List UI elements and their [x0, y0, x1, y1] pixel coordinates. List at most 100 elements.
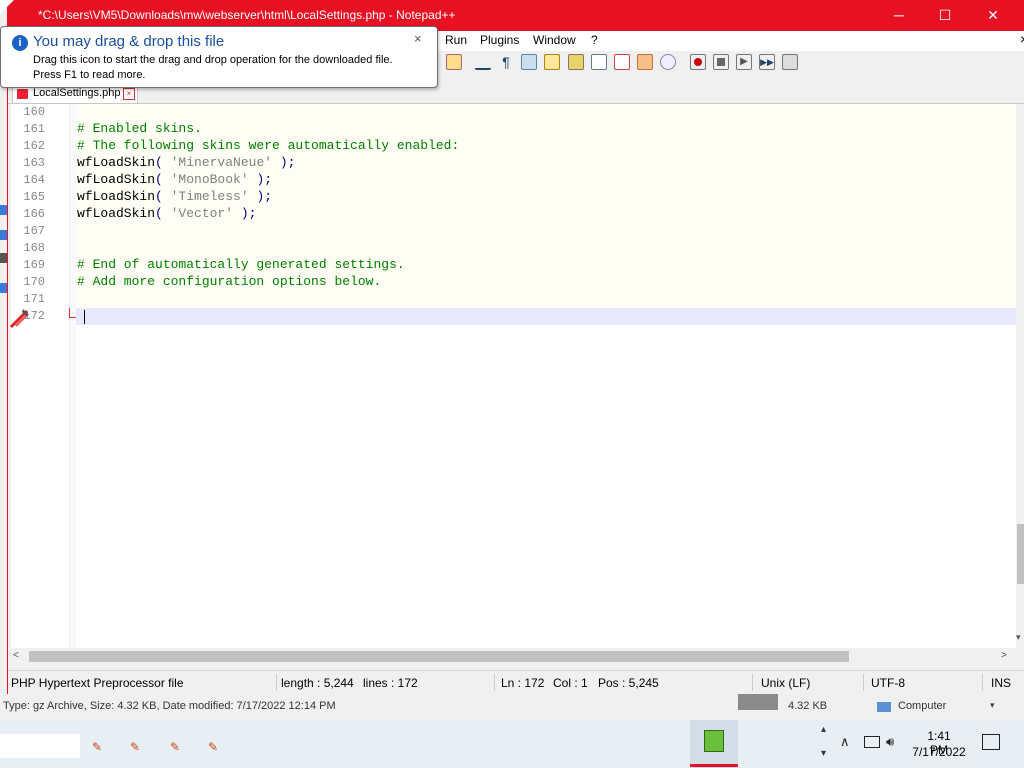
status-bar: PHP Hypertext Preprocessor file length :… [8, 670, 1024, 694]
explorer-location: Computer [898, 700, 947, 712]
desktop-icon-fragment [0, 230, 7, 240]
maximize-button[interactable]: ☐ [922, 0, 968, 31]
taskbar-pin-icon[interactable]: ✎ [208, 740, 222, 754]
lock-file-icon[interactable] [446, 54, 462, 70]
vertical-scroll-thumb[interactable] [1017, 524, 1024, 584]
status-eol[interactable]: Unix (LF) [761, 676, 810, 690]
code-token: ( [155, 189, 171, 204]
status-separator [982, 674, 983, 691]
line-number: 167 [23, 224, 45, 238]
menu-run[interactable]: Run [445, 33, 467, 47]
scroll-left-icon[interactable]: < [13, 650, 25, 661]
line-number: 161 [23, 122, 45, 136]
close-button[interactable]: ✕ [970, 0, 1016, 31]
tray-overflow-icon[interactable]: ∧ [840, 734, 850, 750]
code-line: wfLoadSkin( 'Timeless' ); [77, 189, 272, 204]
code-token: ( [155, 206, 171, 221]
fold-marker[interactable] [69, 308, 76, 318]
code-token: ( [155, 172, 171, 187]
taskbar-scroll-up-icon[interactable]: ▴ [821, 724, 826, 735]
background-fragment [738, 694, 778, 710]
save-macro-icon[interactable] [782, 54, 798, 70]
drag-drop-tooltip[interactable]: i You may drag & drop this file Drag thi… [0, 26, 438, 88]
chevron-down-icon[interactable]: ▾ [990, 700, 1004, 714]
status-column: Col : 1 [553, 676, 588, 690]
show-all-characters-icon[interactable]: ¶ [498, 54, 514, 70]
function-list-icon[interactable] [614, 54, 630, 70]
status-separator [752, 674, 753, 691]
tooltip-body-line: Drag this icon to start the drag and dro… [33, 54, 393, 66]
word-wrap-icon[interactable] [475, 54, 491, 70]
tooltip-body: Drag this icon to start the drag and dro… [33, 53, 433, 83]
horizontal-scrollbar[interactable]: < > [11, 648, 1016, 665]
folder-workspace-icon[interactable] [637, 54, 653, 70]
vertical-scrollbar[interactable]: ▾ [1016, 104, 1024, 648]
code-token: # Enabled skins. [77, 121, 202, 136]
menu-plugins[interactable]: Plugins [480, 33, 519, 47]
window-title: *C:\Users\VM5\Downloads\mw\webserver\htm… [38, 8, 456, 22]
line-number: 169 [23, 258, 45, 272]
taskbar-thumbnail[interactable] [0, 734, 80, 758]
line-number: 166 [23, 207, 45, 221]
indent-guide-icon[interactable] [521, 54, 537, 70]
status-lines: lines : 172 [363, 676, 418, 690]
code-editor[interactable]: 160 161 # Enabled skins. 162 # The following… [11, 104, 1016, 648]
doc-map-icon[interactable] [568, 54, 584, 70]
current-line-highlight [76, 308, 1016, 325]
notepadpp-icon [704, 730, 724, 752]
code-token: # Add more configuration options below. [77, 274, 382, 289]
taskbar-pin-icon[interactable]: ✎ [170, 740, 184, 754]
language-icon[interactable] [544, 54, 560, 70]
status-encoding[interactable]: UTF-8 [871, 676, 905, 690]
line-number: 160 [23, 105, 45, 119]
doc-list-icon[interactable] [591, 54, 607, 70]
close-document-icon[interactable]: × [1020, 31, 1024, 47]
volume-icon[interactable]: 🔊︎ [886, 734, 894, 750]
taskbar-scroll-down-icon[interactable]: ▾ [821, 748, 826, 759]
line-number: 164 [23, 173, 45, 187]
minimize-button[interactable]: ─ [876, 0, 922, 31]
balloon-pointer [0, 0, 14, 14]
code-line: wfLoadSkin( 'MonoBook' ); [77, 172, 272, 187]
status-insert-mode[interactable]: INS [991, 676, 1011, 690]
explorer-status-text: Type: gz Archive, Size: 4.32 KB, Date mo… [3, 700, 336, 712]
play-macro-icon[interactable]: ▶ [736, 54, 752, 70]
taskbar-pin-icon[interactable]: ✎ [130, 740, 144, 754]
horizontal-scroll-thumb[interactable] [29, 651, 849, 662]
desktop-icon-fragment [0, 205, 7, 215]
clock-date[interactable]: 7/17/2022 [910, 745, 968, 759]
record-macro-icon[interactable] [690, 54, 706, 70]
code-line: # The following skins were automatically… [77, 138, 459, 153]
taskbar: ✎ ✎ ✎ ✎ ▴ ▾ ∧ 🔊︎ 1:41 PM 7/17/2022 [0, 720, 1024, 768]
notification-icon[interactable] [982, 734, 1000, 750]
computer-icon [877, 702, 891, 712]
taskbar-pin-icon[interactable]: ✎ [92, 740, 106, 754]
monitoring-icon[interactable] [660, 54, 676, 70]
code-token: 'Vector' [170, 206, 234, 221]
drag-file-icon[interactable] [8, 306, 32, 330]
code-line: # Enabled skins. [77, 121, 202, 136]
code-token: ); [272, 155, 296, 170]
taskbar-notepadpp[interactable] [690, 720, 738, 768]
tab-close-icon[interactable]: × [123, 88, 135, 100]
line-number: 171 [23, 292, 45, 306]
scroll-right-icon[interactable]: > [1001, 650, 1013, 661]
status-separator [863, 674, 864, 691]
unsaved-file-icon [17, 89, 28, 99]
stop-macro-icon[interactable] [713, 54, 729, 70]
code-token: ( [155, 155, 171, 170]
run-macro-multiple-icon[interactable]: ▶▶ [759, 54, 775, 70]
code-line: wfLoadSkin( 'MinervaNeue' ); [77, 155, 295, 170]
status-separator [494, 674, 495, 691]
status-position: Pos : 5,245 [598, 676, 659, 690]
desktop-icon-fragment [0, 283, 7, 293]
menu-window[interactable]: Window [533, 33, 576, 47]
code-token: ); [248, 189, 273, 204]
tooltip-close-button[interactable]: × [414, 31, 422, 46]
network-icon[interactable] [864, 736, 880, 748]
code-token: ); [248, 172, 273, 187]
menu-help[interactable]: ? [591, 33, 598, 47]
line-number: 170 [23, 275, 45, 289]
scroll-down-icon[interactable]: ▾ [1016, 632, 1024, 646]
tooltip-title: You may drag & drop this file [33, 33, 225, 50]
